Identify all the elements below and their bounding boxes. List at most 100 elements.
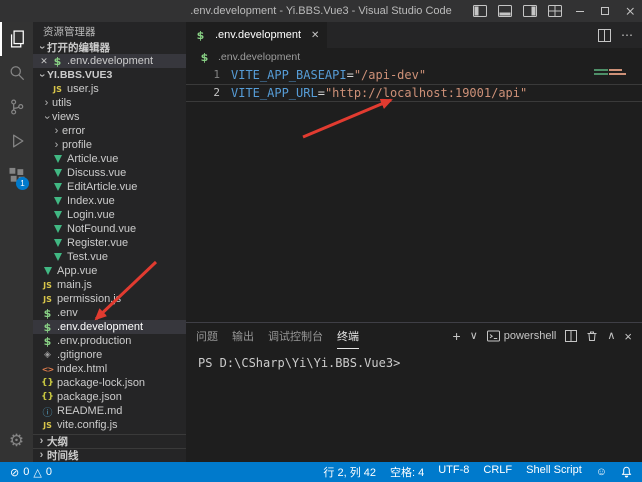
minimize-button[interactable] [567, 0, 592, 22]
tree-item-index.html[interactable]: <>index.html [33, 362, 186, 376]
split-terminal-icon[interactable] [565, 330, 577, 342]
feedback-smiley-icon[interactable]: ☺ [596, 466, 607, 478]
panel-header: 问题输出调试控制台终端 + ∨ powershell ∧ × [186, 323, 642, 349]
new-terminal-icon[interactable]: + [453, 331, 461, 342]
extensions-activity-button[interactable]: 1 [0, 158, 33, 192]
chevron-right-icon: › [36, 450, 47, 461]
terminal-shell-item[interactable]: powershell [487, 330, 557, 342]
panel-tab[interactable]: 问题 [196, 323, 218, 349]
tree-item-Article.vue[interactable]: Article.vue [33, 152, 186, 166]
explorer-activity-button[interactable] [0, 22, 33, 56]
vue-file-icon [41, 265, 54, 277]
close-panel-icon[interactable]: × [624, 331, 632, 342]
vue-file-icon [51, 195, 64, 207]
panel-tab[interactable]: 输出 [232, 323, 254, 349]
tree-item-label: permission.js [57, 293, 121, 305]
tree-item-label: vite.config.js [57, 419, 118, 431]
tree-item-profile[interactable]: ›profile [33, 138, 186, 152]
maximize-button[interactable] [592, 0, 617, 22]
tree-item-package.json[interactable]: {}package.json [33, 390, 186, 404]
tree-item-Login.vue[interactable]: Login.vue [33, 208, 186, 222]
env-file-icon: $ [198, 51, 211, 63]
tree-item-label: .env [57, 307, 78, 319]
close-icon[interactable]: ✕ [311, 30, 319, 41]
more-actions-icon[interactable]: ⋯ [621, 28, 633, 42]
tree-item-Index.vue[interactable]: Index.vue [33, 194, 186, 208]
status-item[interactable]: Shell Script [526, 464, 582, 480]
source-control-activity-button[interactable] [0, 90, 33, 124]
vscode-window: .env.development - Yi.BBS.Vue3 - Visual … [0, 0, 642, 482]
terminal-dropdown-icon[interactable]: ∨ [470, 331, 478, 342]
tree-item-Discuss.vue[interactable]: Discuss.vue [33, 166, 186, 180]
open-editor-item[interactable]: ✕ $ .env.development [33, 54, 186, 68]
breadcrumb-item[interactable]: .env.development [218, 51, 300, 63]
outline-section-header[interactable]: › 大纲 [33, 434, 186, 448]
activity-bar: 1 ⚙ [0, 22, 33, 462]
tree-item-label: .gitignore [57, 349, 102, 361]
close-icon[interactable]: ✕ [38, 56, 50, 67]
panel-tab[interactable]: 调试控制台 [268, 323, 323, 349]
tree-item-EditArticle.vue[interactable]: EditArticle.vue [33, 180, 186, 194]
tree-item-error[interactable]: ›error [33, 124, 186, 138]
tree-item-.env.development[interactable]: $.env.development [33, 320, 186, 334]
terminal-icon [487, 330, 500, 342]
settings-gear-icon[interactable]: ⚙ [0, 424, 33, 458]
env-file-icon: $ [41, 321, 54, 333]
tree-item-.env.production[interactable]: $.env.production [33, 334, 186, 348]
tree-item-permission.js[interactable]: JSpermission.js [33, 292, 186, 306]
close-button[interactable] [617, 0, 642, 22]
warning-count: 0 [46, 466, 52, 478]
panel-tab[interactable]: 终端 [337, 323, 359, 349]
tree-item-Test.vue[interactable]: Test.vue [33, 250, 186, 264]
maximize-panel-icon[interactable]: ∧ [607, 331, 615, 342]
toggle-sidebar-icon[interactable] [467, 0, 492, 22]
tree-item-Register.vue[interactable]: Register.vue [33, 236, 186, 250]
status-item[interactable]: UTF-8 [438, 464, 469, 480]
tree-item-.gitignore[interactable]: ◈.gitignore [33, 348, 186, 362]
status-item[interactable]: CRLF [483, 464, 512, 480]
editor-group: $ .env.development ✕ ⋯ $ .env.developmen… [186, 22, 642, 462]
tree-item-.env[interactable]: $.env [33, 306, 186, 320]
open-editors-header[interactable]: › 打开的编辑器 [33, 40, 186, 54]
tree-item-label: package.json [57, 391, 122, 403]
timeline-section-header[interactable]: › 时间线 [33, 448, 186, 462]
breadcrumb[interactable]: $ .env.development [186, 48, 642, 66]
tree-item-utils[interactable]: ›utils [33, 96, 186, 110]
search-activity-button[interactable] [0, 56, 33, 90]
tree-item-package-lock.json[interactable]: {}package-lock.json [33, 376, 186, 390]
tree-item-App.vue[interactable]: App.vue [33, 264, 186, 278]
tab-env-development[interactable]: $ .env.development ✕ [186, 22, 327, 48]
code-line[interactable]: 1VITE_APP_BASEAPI="/api-dev" [186, 66, 642, 84]
customize-layout-icon[interactable] [542, 0, 567, 22]
env-file-icon: $ [41, 307, 54, 319]
window-title: .env.development - Yi.BBS.Vue3 - Visual … [190, 5, 452, 17]
toggle-panel-icon[interactable] [492, 0, 517, 22]
panel-tabs: 问题输出调试控制台终端 [196, 323, 373, 349]
tree-item-label: package-lock.json [57, 377, 145, 389]
notifications-bell-icon[interactable] [621, 466, 632, 478]
status-item[interactable]: 空格: 4 [390, 464, 424, 480]
tree-item-vite.config.js[interactable]: JSvite.config.js [33, 418, 186, 432]
line-number: 2 [186, 85, 220, 101]
tree-item-main.js[interactable]: JSmain.js [33, 278, 186, 292]
tree-item-NotFound.vue[interactable]: NotFound.vue [33, 222, 186, 236]
minimap-line [594, 73, 628, 75]
terminal-output[interactable]: PS D:\CSharp\Yi\Yi.BBS.Vue3> [186, 349, 642, 462]
kill-terminal-icon[interactable] [586, 330, 598, 342]
code-editor[interactable]: 1VITE_APP_BASEAPI="/api-dev"2VITE_APP_UR… [186, 66, 642, 322]
extensions-badge: 1 [16, 177, 29, 190]
tree-item-README.md[interactable]: ⓘREADME.md [33, 404, 186, 418]
tree-item-views[interactable]: ›views [33, 110, 186, 124]
run-debug-activity-button[interactable] [0, 124, 33, 158]
run-debug-icon [7, 131, 27, 151]
minimap[interactable] [594, 69, 628, 77]
project-root-header[interactable]: › YI.BBS.VUE3 [33, 68, 186, 82]
code-line[interactable]: 2VITE_APP_URL="http://localhost:19001/ap… [186, 84, 642, 102]
info-file-icon: ⓘ [41, 405, 54, 417]
status-item[interactable]: 行 2, 列 42 [323, 464, 376, 480]
problems-status[interactable]: ⊘ 0 △ 0 [10, 466, 52, 479]
toggle-secondary-sidebar-icon[interactable] [517, 0, 542, 22]
html-file-icon: <> [41, 363, 54, 375]
tree-item-user.js[interactable]: JSuser.js [33, 82, 186, 96]
split-editor-icon[interactable] [598, 29, 611, 42]
